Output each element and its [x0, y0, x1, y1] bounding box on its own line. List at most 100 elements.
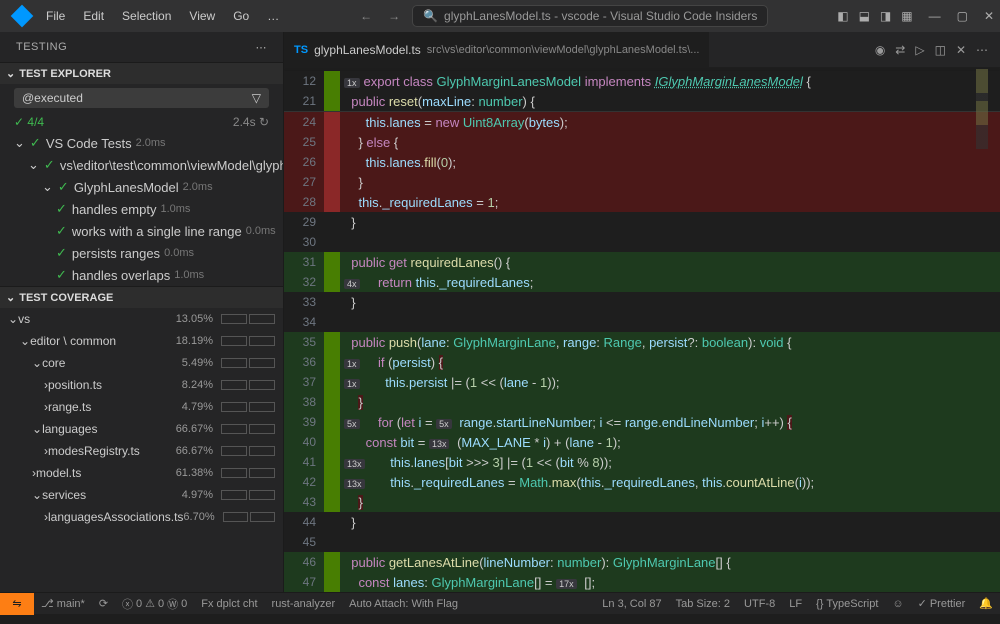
menu-…[interactable]: … [259, 5, 287, 27]
eol-item[interactable]: LF [782, 593, 809, 615]
test-tree[interactable]: ⌄✓VS Code Tests2.0ms⌄✓vs\editor\test\com… [0, 132, 283, 286]
filter-icon[interactable]: ▽ [252, 91, 261, 105]
maximize-button[interactable]: ▢ [957, 9, 968, 23]
menu-selection[interactable]: Selection [114, 5, 179, 27]
chevron-icon: ⌄ [8, 312, 18, 326]
more-icon[interactable]: ⋯ [256, 41, 268, 54]
menu-file[interactable]: File [38, 5, 73, 27]
code-line[interactable]: 31 public get requiredLanes() { [284, 252, 1000, 272]
coverage-row[interactable]: ⌄ services4.97% [0, 484, 283, 506]
code-line[interactable]: 46 public getLanesAtLine(lineNumber: num… [284, 552, 1000, 572]
panel-left-icon[interactable]: ◧ [837, 9, 848, 23]
code-line[interactable]: 24 this.lanes = new Uint8Array(bytes); [284, 112, 1000, 132]
test-coverage-header[interactable]: ⌄ TEST COVERAGE [0, 286, 283, 308]
coverage-gutter [324, 172, 340, 192]
menu-view[interactable]: View [181, 5, 223, 27]
layout-icon[interactable]: ▦ [901, 9, 912, 23]
code-line[interactable]: 29 } [284, 212, 1000, 232]
code-line[interactable]: 30 [284, 232, 1000, 252]
filter-input[interactable]: @executed ▽ [14, 88, 269, 108]
split-icon[interactable]: ◫ [935, 43, 946, 57]
coverage-row[interactable]: › model.ts61.38% [0, 462, 283, 484]
cov-toggle-icon[interactable]: ◉ [875, 43, 885, 57]
problems-item[interactable]: ⓧ 0 ⚠ 0 Ⓦ 0 [115, 593, 194, 615]
layout-controls[interactable]: ◧ ⬓ ◨ ▦ [837, 9, 912, 23]
code-line[interactable]: 4213x this._requiredLanes = Math.max(thi… [284, 472, 1000, 492]
coverage-row[interactable]: ⌄ languages66.67% [0, 418, 283, 440]
coverage-row[interactable]: › position.ts8.24% [0, 374, 283, 396]
tab-active[interactable]: TS glyphLanesModel.ts src\vs\editor\comm… [284, 32, 710, 67]
code-line[interactable]: 44 } [284, 512, 1000, 532]
code-line[interactable]: 38 } [284, 392, 1000, 412]
sync-item[interactable]: ⟳ [92, 593, 115, 615]
coverage-row[interactable]: ⌄ core5.49% [0, 352, 283, 374]
chevron-down-icon: ⌄ [6, 291, 15, 304]
command-center[interactable]: 🔍 glyphLanesModel.ts - vscode - Visual S… [412, 5, 768, 27]
menu-edit[interactable]: Edit [75, 5, 112, 27]
lang-item[interactable]: {} TypeScript [809, 593, 885, 615]
coverage-row[interactable]: ⌄ editor \ common18.19% [0, 330, 283, 352]
chevron-icon: ⌄ [32, 488, 42, 502]
code-line[interactable]: 27 } [284, 172, 1000, 192]
diff-icon[interactable]: ⇄ [895, 43, 905, 57]
minimap[interactable] [976, 69, 988, 149]
minimize-button[interactable]: — [929, 9, 941, 23]
breadcrumb[interactable]: src\vs\editor\common\viewModel\glyphLane… [427, 44, 700, 56]
code-line[interactable]: 35 public push(lane: GlyphMarginLane, ra… [284, 332, 1000, 352]
code-line[interactable]: 4113x this.lanes[bit >>> 3] |= (1 << (bi… [284, 452, 1000, 472]
code-line[interactable]: 21 public reset(maxLine: number) { [284, 91, 1000, 111]
run-icon[interactable]: ▷ [915, 43, 924, 57]
tab-item[interactable]: Tab Size: 2 [669, 593, 737, 615]
code-line[interactable]: 45 [284, 532, 1000, 552]
code-line[interactable]: 43 } [284, 492, 1000, 512]
test-row[interactable]: ⌄✓VS Code Tests2.0ms [0, 132, 283, 154]
code-line[interactable]: 26 this.lanes.fill(0); [284, 152, 1000, 172]
test-row[interactable]: ✓works with a single line range0.0ms [0, 220, 283, 242]
rust-item[interactable]: rust-analyzer [265, 593, 343, 615]
code-line[interactable]: 121xexport class GlyphMarginLanesModel i… [284, 71, 1000, 91]
prettier-item[interactable]: ✓ Prettier [911, 593, 973, 615]
code-line[interactable]: 395x for (let i = 5x range.startLineNumb… [284, 412, 1000, 432]
test-row[interactable]: ✓persists ranges0.0ms [0, 242, 283, 264]
fx-item[interactable]: Fx dplct cht [194, 593, 264, 615]
code-line[interactable]: 47 const lanes: GlyphMarginLane[] = 17x … [284, 572, 1000, 592]
code-line[interactable]: 40 const bit = 13x (MAX_LANE * i) + (lan… [284, 432, 1000, 452]
code-line[interactable]: 34 [284, 312, 1000, 332]
attach-item[interactable]: Auto Attach: With Flag [342, 593, 465, 615]
more-icon[interactable]: ⋯ [976, 43, 988, 57]
menu-go[interactable]: Go [225, 5, 257, 27]
remote-button[interactable]: ⇋ [0, 593, 34, 615]
coverage-row[interactable]: › languagesAssociations.ts6.70% [0, 506, 283, 528]
coverage-row[interactable]: ⌄ vs13.05% [0, 308, 283, 330]
enc-item[interactable]: UTF-8 [737, 593, 782, 615]
coverage-row[interactable]: › modesRegistry.ts66.67% [0, 440, 283, 462]
code-line[interactable]: 25 } else { [284, 132, 1000, 152]
ts-icon: TS [294, 44, 308, 56]
pos-item[interactable]: Ln 3, Col 87 [595, 593, 668, 615]
code-line[interactable]: 371x this.persist |= (1 << (lane - 1)); [284, 372, 1000, 392]
chevron-down-icon: ⌄ [28, 157, 39, 173]
nav-fwd[interactable]: → [384, 7, 404, 25]
code-area[interactable]: 121xexport class GlyphMarginLanesModel i… [284, 67, 1000, 592]
code-line[interactable]: 324x return this._requiredLanes; [284, 272, 1000, 292]
bell-icon[interactable]: 🔔 [972, 593, 1000, 615]
coverage-tree[interactable]: ⌄ vs13.05%⌄ editor \ common18.19%⌄ core5… [0, 308, 283, 592]
code-line[interactable]: 33 } [284, 292, 1000, 312]
nav-back[interactable]: ← [356, 7, 376, 25]
code-line[interactable]: 28 this._requiredLanes = 1; [284, 192, 1000, 212]
panel-right-icon[interactable]: ◨ [880, 9, 891, 23]
feedback-icon[interactable]: ☺ [885, 593, 910, 615]
branch-item[interactable]: ⎇ main* [34, 593, 92, 615]
close-icon[interactable]: ✕ [956, 43, 966, 57]
chevron-icon: ⌄ [20, 334, 30, 348]
panel-bottom-icon[interactable]: ⬓ [859, 9, 870, 23]
test-explorer-header[interactable]: ⌄ TEST EXPLORER [0, 62, 283, 84]
test-row[interactable]: ✓handles overlaps1.0ms [0, 264, 283, 286]
coverage-row[interactable]: › range.ts4.79% [0, 396, 283, 418]
test-row[interactable]: ⌄✓GlyphLanesModel2.0ms [0, 176, 283, 198]
code-line[interactable]: 361x if (persist) { [284, 352, 1000, 372]
close-button[interactable]: ✕ [984, 9, 994, 23]
test-row[interactable]: ✓handles empty1.0ms [0, 198, 283, 220]
test-row[interactable]: ⌄✓vs\editor\test\common\viewModel\glyphL… [0, 154, 283, 176]
menu-bar: FileEditSelectionViewGo… [38, 5, 287, 27]
